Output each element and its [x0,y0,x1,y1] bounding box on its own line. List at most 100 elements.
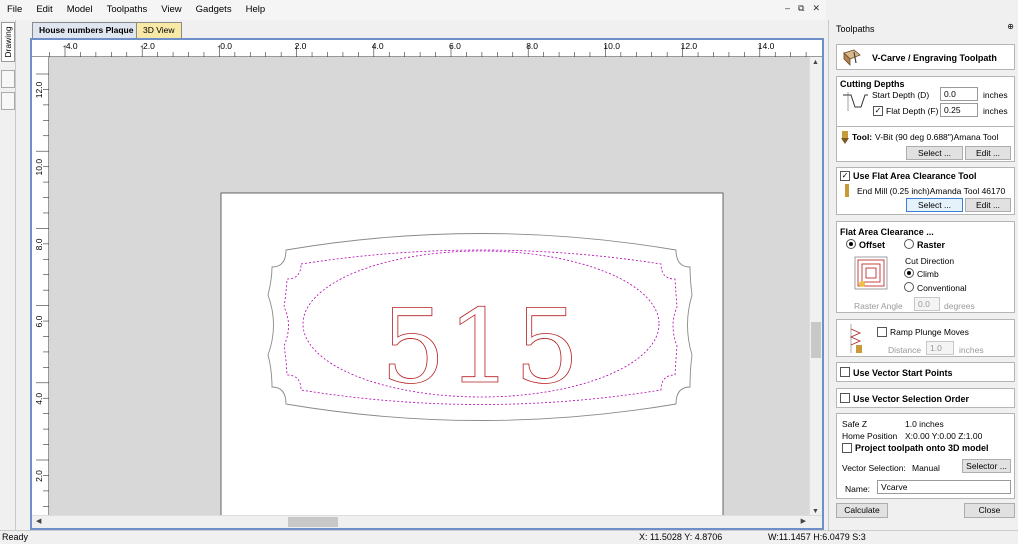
document-tabs: House numbers Plaque 3D View [30,21,824,39]
ruler-top-label: -4.0 [63,41,78,51]
flat-area-clearance-label: Use Flat Area Clearance Tool [853,171,977,181]
scroll-up-arrow-icon[interactable]: ▲ [812,59,819,66]
vector-start-label: Use Vector Start Points [853,368,953,378]
toolpath-type-title: V-Carve / Engraving Toolpath [872,53,997,63]
calculate-button[interactable]: Calculate [836,503,888,518]
side-slot[interactable] [1,92,15,110]
horizontal-scroll-thumb[interactable] [288,517,338,527]
selector-button[interactable]: Selector ... [962,459,1011,473]
panel-title: Toolpaths [836,24,875,34]
tool-section: Tool: V-Bit (90 deg 0.688")Amana Tool Se… [836,126,1015,162]
side-slot[interactable] [1,70,15,88]
cutting-depth-diagram-icon [843,92,868,111]
raster-radio[interactable] [904,239,914,249]
project-toolpath-label: Project toolpath onto 3D model [855,443,989,453]
horizontal-scrollbar[interactable]: ◀ ▶ [32,515,822,528]
ramp-plunge-section: Ramp Plunge Moves Distance 1.0 inches [836,319,1015,357]
vertical-scrollbar[interactable]: ▲ ▼ [809,57,822,517]
conventional-radio[interactable] [904,282,914,292]
vbit-icon [841,131,849,144]
project-toolpath-checkbox[interactable] [842,443,852,453]
flat-area-tool-select-button[interactable]: Select ... [906,198,963,212]
ruler-left-label: 8.0 [34,238,44,250]
close-icon[interactable]: ✕ [812,3,820,14]
menu-edit[interactable]: Edit [29,0,59,20]
ruler-top-ticks: -4.0 -2.0 -0.0 2.0 4.0 6.0 8.0 10.0 12.0 14.0 [49,41,807,57]
plaque-drawing: 515 [49,57,809,517]
scroll-right-arrow-icon[interactable]: ▶ [801,517,806,525]
climb-radio[interactable] [904,268,914,278]
offset-label: Offset [859,240,886,250]
house-number-vectors: 515 [381,288,582,407]
offset-pattern-icon [854,256,888,290]
menu-toolpaths[interactable]: Toolpaths [100,0,155,20]
cut-direction-label: Cut Direction [905,256,955,266]
home-position-label: Home Position [842,431,898,441]
home-position-value: X:0.00 Y:0.00 Z:1.00 [905,431,983,441]
ruler-top-label: 12.0 [681,41,698,51]
vertical-scroll-thumb[interactable] [811,322,821,358]
ramp-distance-label: Distance [888,345,922,355]
vector-start-section: Use Vector Start Points [836,362,1015,382]
conventional-label: Conventional [917,283,967,293]
scroll-left-arrow-icon[interactable]: ◀ [36,517,41,525]
safe-z-label: Safe Z [842,419,868,429]
ruler-top: -4.0 -2.0 -0.0 2.0 4.0 6.0 8.0 10.0 12.0 14.0 [32,40,822,57]
drawing-tab-label: Drawing [3,26,13,58]
cutting-depths-title: Cutting Depths [840,79,905,89]
menu-model[interactable]: Model [60,0,100,20]
ruler-left-ticks: 12.0 10.0 8.0 6.0 4.0 2.0 [34,73,49,507]
restore-icon[interactable]: ⧉ [798,3,804,14]
flat-area-tool-section: ✓ Use Flat Area Clearance Tool End Mill … [836,167,1015,215]
raster-angle-input[interactable]: 0.0 [914,297,940,311]
ramp-plunge-checkbox[interactable] [877,327,887,337]
mdi-window-controls: – ⧉ ✕ [785,3,820,14]
menu-view[interactable]: View [154,0,188,20]
offset-radio[interactable] [846,239,856,249]
menu-gadgets[interactable]: Gadgets [189,0,239,20]
ruler-left: 12.0 10.0 8.0 6.0 4.0 2.0 [32,57,49,517]
toolpath-name-input[interactable]: Vcarve [877,480,1011,494]
drawing-tab[interactable]: Drawing [1,22,15,62]
tool-name: V-Bit (90 deg 0.688")Amana Tool [875,132,999,142]
flat-area-tool-name: End Mill (0.25 inch)Amanda Tool 46170 [857,186,1006,196]
flat-area-clearance-checkbox[interactable]: ✓ [840,171,850,181]
toolpath-settings-section: Safe Z 1.0 inches Home Position X:0.00 Y… [836,413,1015,499]
start-depth-input[interactable]: 0.0 [940,87,978,101]
pin-icon[interactable]: ⊕ [1007,22,1014,31]
drawing-canvas[interactable]: 515 [49,57,809,517]
flat-depth-input[interactable]: 0.25 [940,103,978,117]
ruler-top-label: -2.0 [140,41,155,51]
status-selection-size: W:11.1457 H:6.0479 S:3 [768,532,866,542]
toolpath-name-label: Name: [845,484,871,494]
ramp-distance-unit: inches [959,345,984,355]
status-cursor-position: X: 11.5028 Y: 4.8706 [639,532,723,542]
flat-depth-unit: inches [983,106,1008,116]
menu-file[interactable]: File [0,0,29,20]
scroll-down-arrow-icon[interactable]: ▼ [812,508,819,515]
status-ready: Ready [2,532,29,542]
vector-start-checkbox[interactable] [840,367,850,377]
tab-house-numbers-plaque[interactable]: House numbers Plaque [32,22,141,38]
flat-area-tool-edit-button[interactable]: Edit ... [965,198,1011,212]
toolpath-header: V-Carve / Engraving Toolpath [836,44,1015,70]
vector-order-checkbox[interactable] [840,393,850,403]
climb-label: Climb [917,269,939,279]
tab-3d-view[interactable]: 3D View [136,22,182,38]
drawing-view: -4.0 -2.0 -0.0 2.0 4.0 6.0 8.0 10.0 12.0 14.0 12.… [30,38,824,530]
tool-select-button[interactable]: Select ... [906,146,963,160]
ruler-top-label: 4.0 [372,41,384,51]
left-side-strip: Drawing [0,20,16,530]
menu-help[interactable]: Help [239,0,273,20]
ramp-plunge-icon [849,324,862,353]
vector-order-label: Use Vector Selection Order [853,394,970,404]
ramp-distance-input[interactable]: 1.0 [926,341,954,355]
tool-edit-button[interactable]: Edit ... [965,146,1011,160]
status-bar: Ready X: 11.5028 Y: 4.8706 W:11.1457 H:6… [0,530,1018,544]
close-button[interactable]: Close [964,503,1015,518]
flat-depth-checkbox[interactable]: ✓ [873,106,883,116]
start-depth-unit: inches [983,90,1008,100]
minimize-icon[interactable]: – [785,3,790,14]
safe-z-value: 1.0 inches [905,419,944,429]
ramp-plunge-label: Ramp Plunge Moves [890,327,969,337]
